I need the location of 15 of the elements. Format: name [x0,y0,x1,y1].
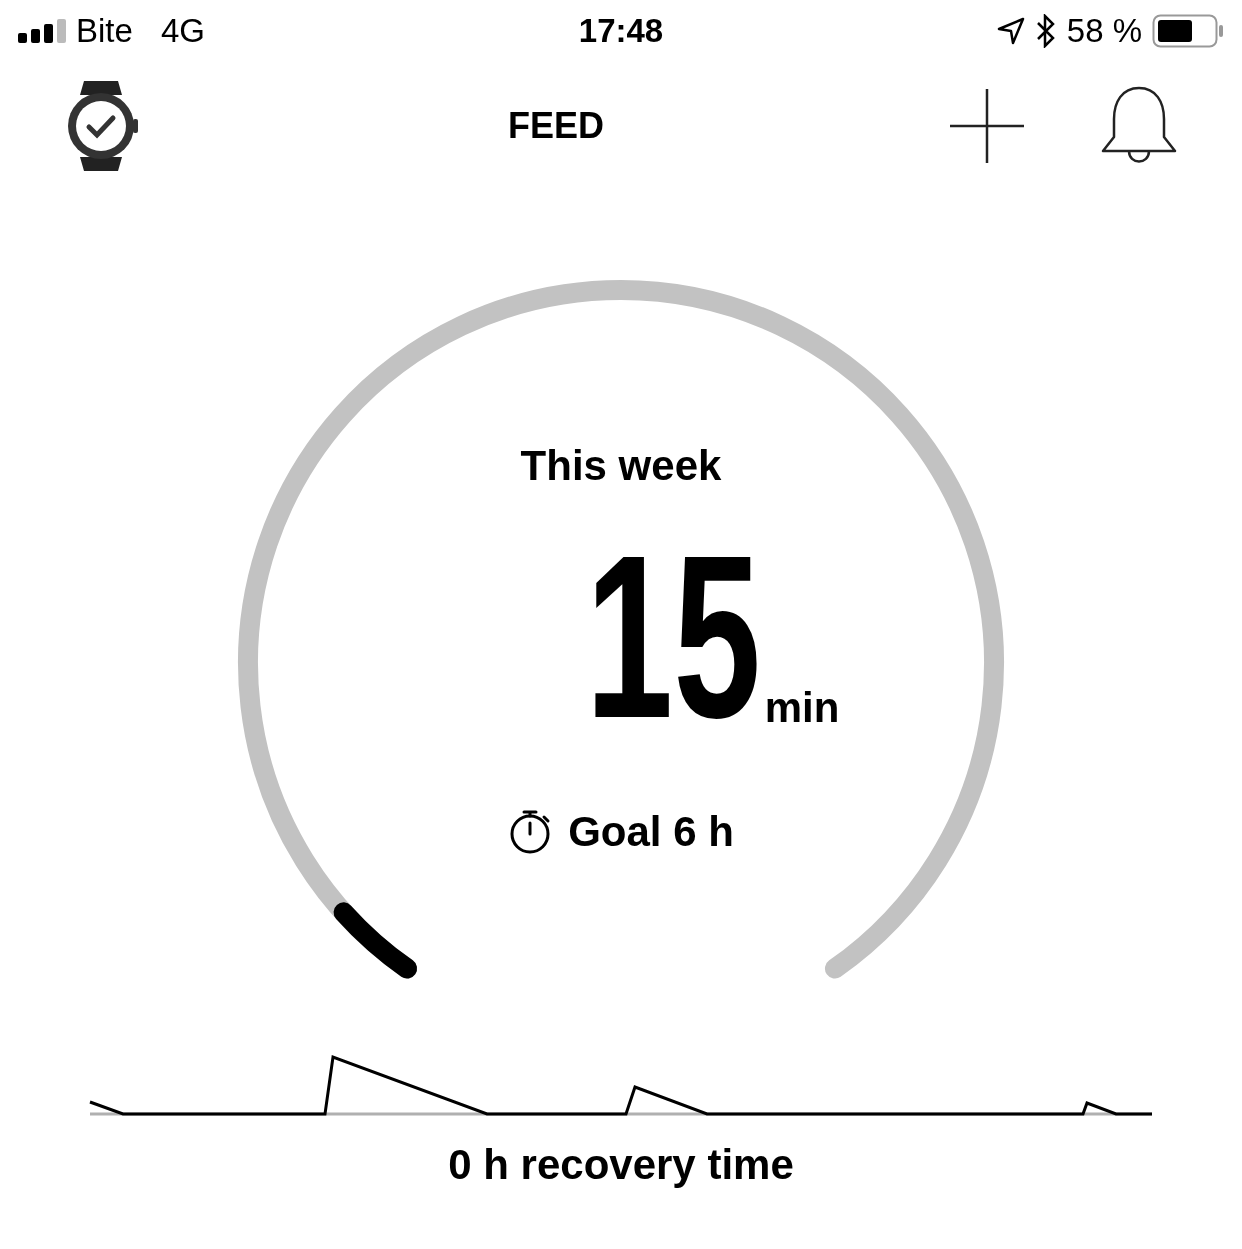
battery-percent: 58 % [1066,11,1142,52]
period-label: This week [520,445,722,487]
minutes-value: 15 [585,547,761,727]
clock-time: 17:48 [578,11,664,52]
battery-icon [1152,14,1224,48]
signal-icon [18,19,68,43]
add-icon[interactable] [950,89,1024,163]
network-type: 4G [160,11,205,52]
minutes-unit: min [764,687,840,729]
recovery-time-text: 0 h recovery time [448,1144,794,1186]
carrier-name: Bite [76,11,133,52]
bluetooth-icon [1034,14,1057,48]
goal-text: Goal 6 h [568,811,734,853]
page-title: FEED [508,104,604,148]
location-arrow-icon [996,17,1025,45]
